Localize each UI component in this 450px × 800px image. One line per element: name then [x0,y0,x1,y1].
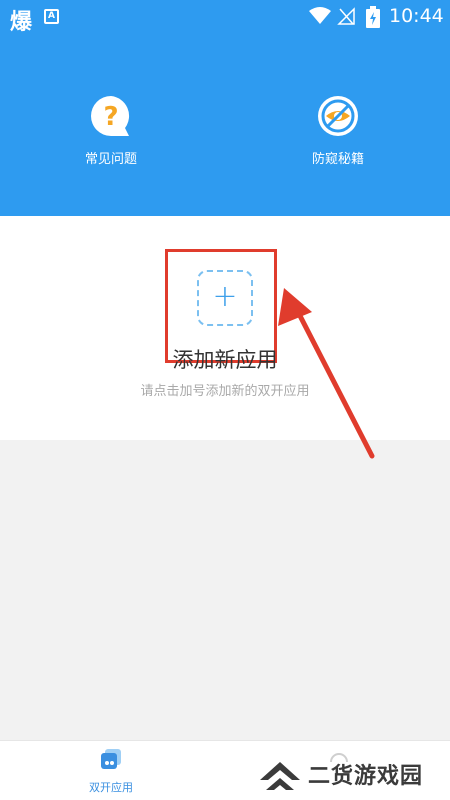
add-app-hint: 请点击加号添加新的双开应用 [140,384,310,399]
watermark-text: 二货游戏园 [308,764,424,789]
no-signal-icon [337,7,355,25]
dual-app-icon [101,749,121,769]
question-bubble-icon: ? [89,94,133,138]
status-bar: 爆 A 10:44 [0,0,450,35]
faq-label: 常见问题 [84,152,137,167]
nav-dual-apps[interactable]: 双开应用 [66,747,156,795]
faq-button[interactable]: ? 常见问题 [56,94,166,167]
header-banner: ? 常见问题 防窥秘籍 [0,34,450,216]
add-app-card: + 添加新应用 请点击加号添加新的双开应用 [0,216,450,440]
add-app-title: 添加新应用 [172,348,278,372]
anti-peep-tips-button[interactable]: 防窥秘籍 [283,94,393,167]
battery-charging-icon [366,6,380,28]
no-eye-icon [316,94,360,138]
status-time: 10:44 [389,5,444,27]
wifi-icon [309,7,331,24]
anti-peep-tips-label: 防窥秘籍 [311,152,364,167]
watermark: 二货游戏园 [258,756,448,796]
nav-dual-apps-label: 双开应用 [89,781,133,794]
svg-text:?: ? [103,102,118,132]
watermark-logo-icon [260,762,300,790]
a-notification-icon: A [44,9,59,24]
app-notification-icon: 爆 [10,10,33,35]
